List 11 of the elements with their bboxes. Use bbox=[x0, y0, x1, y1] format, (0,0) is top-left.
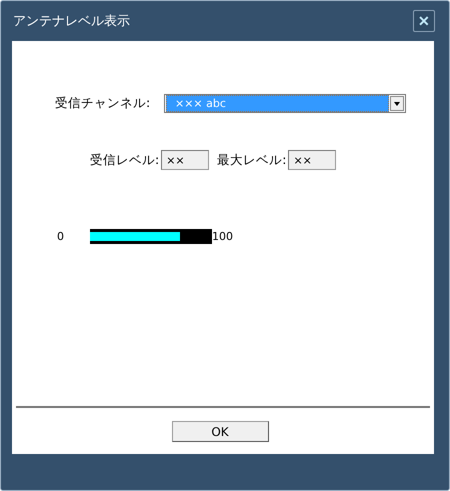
level-field[interactable]: ×× bbox=[161, 150, 210, 170]
scale-max-label: 100 bbox=[212, 230, 233, 243]
ok-button[interactable]: OK bbox=[172, 421, 268, 442]
level-label: 受信レベル: bbox=[90, 152, 160, 168]
channel-label: 受信チャンネル: bbox=[55, 95, 152, 112]
close-button[interactable]: ✕ bbox=[413, 10, 435, 32]
window-title: アンテナレベル表示 bbox=[13, 13, 130, 30]
level-field[interactable]: ×× bbox=[288, 150, 336, 170]
level-label: 最大レベル: bbox=[217, 152, 286, 168]
dropdown-value: ××× abc bbox=[166, 95, 389, 112]
scale-min-label: 0 bbox=[57, 230, 65, 243]
